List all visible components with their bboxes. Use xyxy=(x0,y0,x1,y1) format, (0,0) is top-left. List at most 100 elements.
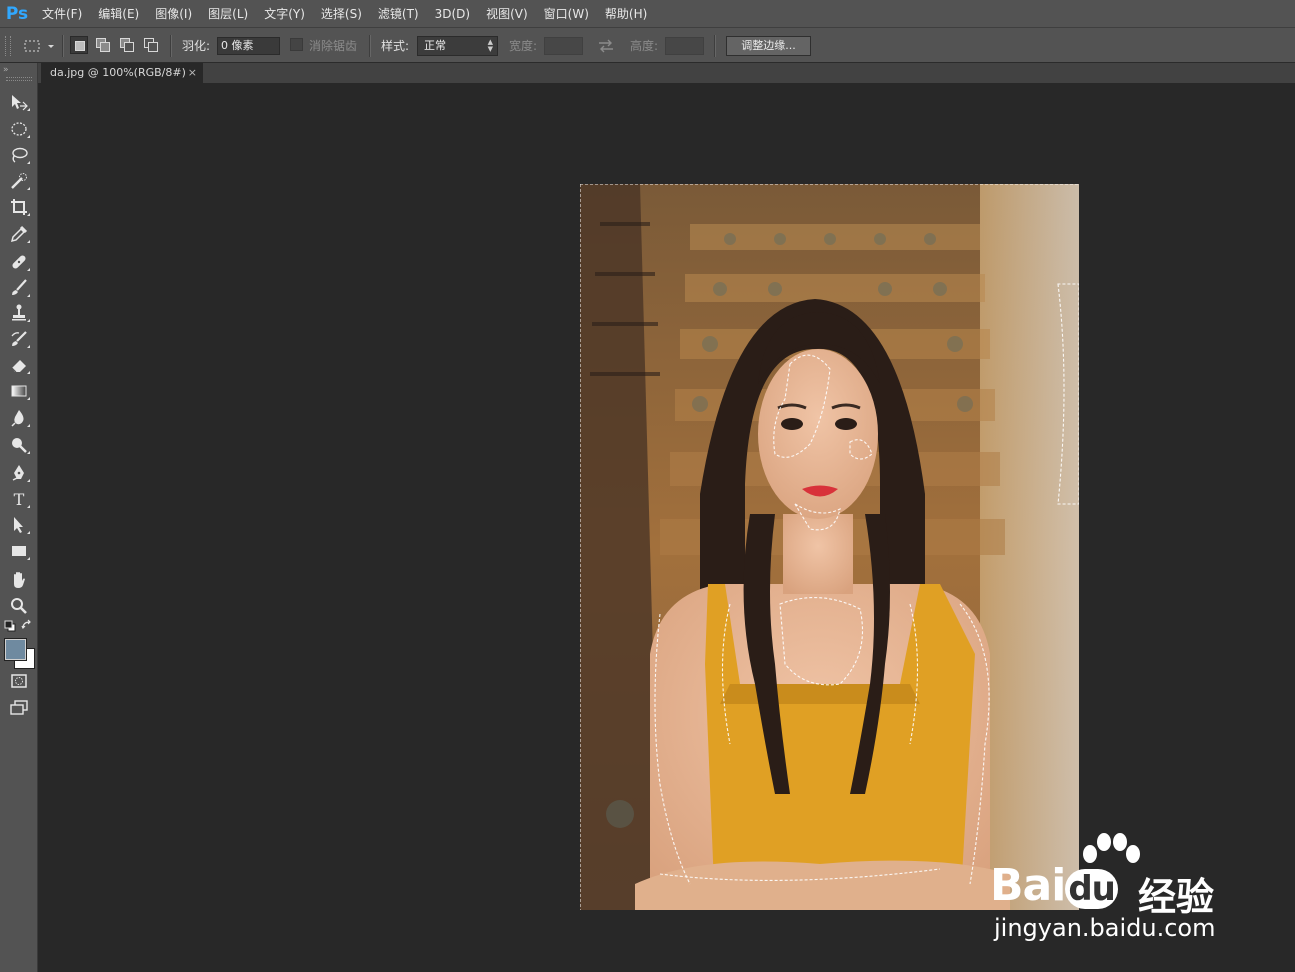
separator xyxy=(369,35,371,57)
style-select[interactable]: 正常 ▲ ▼ xyxy=(417,36,498,56)
feather-input[interactable]: 0 像素 xyxy=(217,37,280,55)
hand-icon xyxy=(14,572,25,588)
document-tab-title: da.jpg @ 100%(RGB/8#) xyxy=(50,66,186,79)
close-tab-icon[interactable]: × xyxy=(188,63,197,83)
healing-brush-tool[interactable] xyxy=(6,250,32,274)
default-colors-button[interactable] xyxy=(4,620,16,632)
tool-preset-picker[interactable] xyxy=(22,36,56,56)
path-selection-tool[interactable] xyxy=(6,513,32,537)
eyedropper-tool[interactable] xyxy=(6,222,32,246)
menu-edit[interactable]: 编辑(E) xyxy=(90,0,147,28)
options-bar: 羽化: 0 像素 消除锯齿 样式: 正常 ▲ ▼ 宽度: 高度: 调整边缘... xyxy=(0,28,1295,63)
menu-layer[interactable]: 图层(L) xyxy=(200,0,256,28)
zoom-icon xyxy=(11,598,27,614)
watermark-brand: Baidu xyxy=(990,860,1118,911)
rectangle-icon xyxy=(12,546,26,556)
zoom-tool[interactable] xyxy=(6,594,32,618)
gradient-icon xyxy=(11,385,27,397)
svg-text:T: T xyxy=(14,490,25,509)
eraser-icon xyxy=(11,360,26,373)
antialias-checkbox[interactable] xyxy=(290,38,303,51)
new-selection-button[interactable] xyxy=(70,36,88,54)
watermark-url: jingyan.baidu.com xyxy=(994,914,1216,942)
tools-panel: T xyxy=(0,63,38,972)
document-tab[interactable]: da.jpg @ 100%(RGB/8#) × xyxy=(41,63,203,83)
screen-mode-button[interactable] xyxy=(6,696,32,720)
rect-marquee-preset-icon xyxy=(24,40,54,52)
path-selection-icon xyxy=(14,517,23,533)
height-input[interactable] xyxy=(665,37,704,55)
quick-mask-button[interactable] xyxy=(6,669,32,693)
history-brush-icon xyxy=(11,331,27,346)
dodge-icon xyxy=(12,438,27,453)
antialias-label: 消除锯齿 xyxy=(309,39,358,53)
elliptical-marquee-icon xyxy=(11,122,27,136)
intersect-selection-button[interactable] xyxy=(142,36,160,54)
add-to-selection-button[interactable] xyxy=(94,36,112,54)
toolbar-grip xyxy=(6,77,32,81)
menu-filter[interactable]: 滤镜(T) xyxy=(370,0,427,28)
clone-stamp-tool[interactable] xyxy=(6,301,32,325)
width-input[interactable] xyxy=(544,37,583,55)
foreground-color-swatch[interactable] xyxy=(5,639,26,660)
menu-help[interactable]: 帮助(H) xyxy=(597,0,655,28)
lasso-icon xyxy=(12,147,28,163)
separator xyxy=(62,35,64,57)
hand-tool[interactable] xyxy=(6,568,32,592)
healing-brush-icon xyxy=(12,255,26,269)
swap-width-height-icon[interactable] xyxy=(597,39,615,53)
photo-illustration xyxy=(580,184,1079,910)
baidu-jingyan-watermark: Baidu 经验 jingyan.baidu.com xyxy=(990,830,1240,950)
new-selection-icon xyxy=(75,41,85,51)
dodge-tool[interactable] xyxy=(6,433,32,457)
eyedropper-icon xyxy=(10,225,28,243)
menu-image[interactable]: 图像(I) xyxy=(147,0,200,28)
watermark-jingyan: 经验 xyxy=(1138,875,1215,919)
menu-select[interactable]: 选择(S) xyxy=(313,0,370,28)
swap-colors-icon xyxy=(21,619,31,630)
menu-window[interactable]: 窗口(W) xyxy=(536,0,597,28)
canvas-image[interactable] xyxy=(580,184,1079,910)
elliptical-marquee-tool[interactable] xyxy=(6,117,32,141)
blur-icon xyxy=(11,410,24,427)
menu-file[interactable]: 文件(F) xyxy=(34,0,90,28)
brush-tool[interactable] xyxy=(6,276,32,300)
pen-tool[interactable] xyxy=(6,461,32,485)
blur-tool[interactable] xyxy=(6,406,32,430)
separator xyxy=(170,35,172,57)
menu-type[interactable]: 文字(Y) xyxy=(256,0,313,28)
photoshop-logo: Ps xyxy=(5,3,29,24)
rectangle-tool[interactable] xyxy=(6,539,32,563)
swap-colors-button[interactable] xyxy=(21,619,33,631)
quick-selection-tool[interactable] xyxy=(6,169,32,193)
refine-edge-button[interactable]: 调整边缘... xyxy=(726,36,811,56)
feather-label: 羽化: xyxy=(182,39,211,53)
quick-mask-icon xyxy=(11,674,27,688)
type-icon: T xyxy=(14,490,25,509)
history-brush-tool[interactable] xyxy=(6,327,32,351)
separator xyxy=(714,35,716,57)
brush-icon xyxy=(12,279,27,295)
crop-icon xyxy=(11,199,27,215)
lasso-tool[interactable] xyxy=(6,143,32,167)
subtract-from-selection-button[interactable] xyxy=(118,36,136,54)
style-label: 样式: xyxy=(381,39,410,53)
screen-mode-icon xyxy=(10,700,28,715)
collapse-panels-icon[interactable]: » xyxy=(3,63,35,77)
document-tab-bar: da.jpg @ 100%(RGB/8#) × xyxy=(38,63,1295,83)
width-label: 宽度: xyxy=(509,39,538,53)
style-value: 正常 xyxy=(424,39,446,52)
move-icon xyxy=(12,95,28,111)
pen-icon xyxy=(12,465,24,481)
eraser-tool[interactable] xyxy=(6,353,32,377)
quick-selection-icon xyxy=(11,173,27,189)
menu-view[interactable]: 视图(V) xyxy=(478,0,536,28)
clone-stamp-icon xyxy=(12,304,26,321)
menu-3d[interactable]: 3D(D) xyxy=(427,0,478,28)
crop-tool[interactable] xyxy=(6,195,32,219)
gradient-tool[interactable] xyxy=(6,379,32,403)
type-tool[interactable]: T xyxy=(6,487,32,511)
default-colors-icon xyxy=(4,620,16,632)
menu-bar: Ps 文件(F) 编辑(E) 图像(I) 图层(L) 文字(Y) 选择(S) 滤… xyxy=(0,0,1295,28)
move-tool[interactable] xyxy=(6,90,32,114)
